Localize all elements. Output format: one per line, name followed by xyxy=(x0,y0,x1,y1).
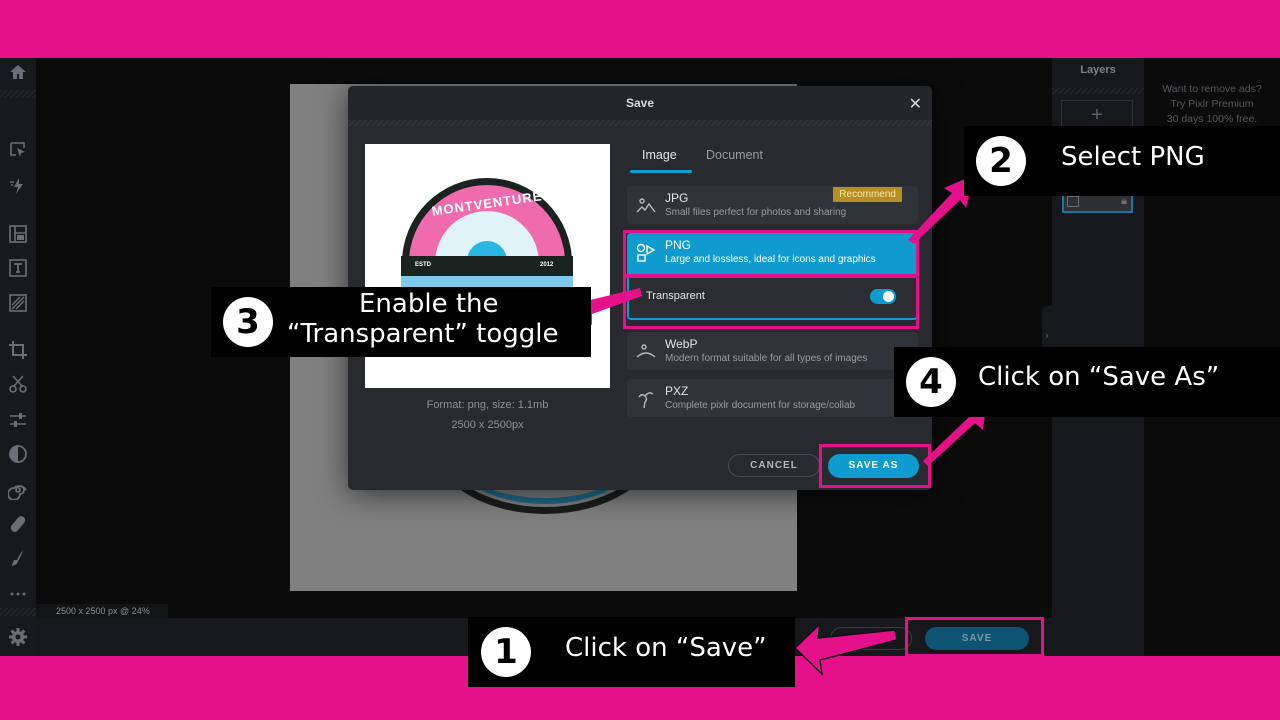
format-info: Format: png, size: 1.1mb xyxy=(426,399,549,411)
settings-icon[interactable] xyxy=(6,625,30,649)
ad-text: Want to remove ads? Try Pixlr Premium 30… xyxy=(1144,82,1280,127)
dialog-title: Save xyxy=(625,96,655,110)
toolbar-divider xyxy=(0,608,36,616)
cutout-icon[interactable] xyxy=(6,372,30,396)
step-number: 2 xyxy=(976,136,1026,186)
liquify-icon[interactable] xyxy=(6,478,30,502)
callout-text-line-2: “Transparent” toggle xyxy=(287,319,559,349)
text-icon[interactable] xyxy=(6,256,30,280)
option-description: Small files perfect for photos and shari… xyxy=(665,207,847,218)
brush-icon[interactable] xyxy=(6,546,30,570)
more-icon[interactable] xyxy=(6,582,30,606)
toolbar-divider xyxy=(0,90,36,98)
step-number: 1 xyxy=(481,627,531,677)
logo-right-tag: 2012 xyxy=(540,262,554,268)
highlight-png xyxy=(623,230,919,278)
texture-icon[interactable] xyxy=(6,291,30,315)
callout-step-1: 1 Click on “Save” xyxy=(468,617,795,687)
ad-line: Want to remove ads? xyxy=(1162,83,1262,95)
highlight-save xyxy=(905,617,1044,657)
image-landscape-icon xyxy=(636,196,656,216)
highlight-transparent xyxy=(623,274,919,329)
tutorial-frame: 2500 x 2500 px @ 24% CLOSE SAVE Layers +… xyxy=(0,0,1280,720)
webp-icon xyxy=(636,342,656,362)
ad-line: 30 days 100% free. xyxy=(1166,113,1258,125)
image-icon xyxy=(1067,196,1079,207)
chevron-right-icon: › xyxy=(1045,330,1049,342)
settings-slot xyxy=(0,618,36,656)
dimensions-info: 2500 x 2500px xyxy=(451,419,524,431)
pxz-icon xyxy=(636,389,656,409)
cancel-button[interactable]: CANCEL xyxy=(728,454,820,477)
heal-icon[interactable] xyxy=(6,512,30,536)
adjust-icon[interactable] xyxy=(6,408,30,432)
dialog-divider xyxy=(348,120,932,126)
filter-icon[interactable] xyxy=(6,442,30,466)
home-icon[interactable] xyxy=(6,60,30,84)
active-tab-indicator xyxy=(630,170,692,173)
highlight-save-as xyxy=(819,444,931,488)
option-name: JPG xyxy=(665,191,689,205)
quick-action-icon[interactable] xyxy=(6,174,30,198)
option-jpg[interactable]: JPG Small files perfect for photos and s… xyxy=(627,186,918,224)
zoom-status: 2500 x 2500 px @ 24% xyxy=(36,604,168,618)
arrange-icon[interactable] xyxy=(6,138,30,162)
layers-title: Layers xyxy=(1080,64,1116,76)
callout-text: Select PNG xyxy=(1061,142,1205,172)
callout-text: Click on “Save” xyxy=(565,633,767,663)
layout-icon[interactable] xyxy=(6,222,30,246)
callout-step-4: 4 Click on “Save As” xyxy=(894,347,1280,417)
ad-line: Try Pixlr Premium xyxy=(1170,98,1254,110)
layers-divider xyxy=(1052,88,1144,94)
option-description: Modern format suitable for all types of … xyxy=(665,353,868,364)
logo-left-tag: ESTD xyxy=(415,262,432,268)
tab-image[interactable]: Image xyxy=(642,148,677,162)
step-number: 4 xyxy=(906,357,956,407)
option-name: WebP xyxy=(665,337,698,351)
recommend-badge: Recommend xyxy=(833,187,902,202)
crop-icon[interactable] xyxy=(6,338,30,362)
option-pxz[interactable]: PXZ Complete pixlr document for storage/… xyxy=(627,379,918,417)
close-button[interactable]: CLOSE xyxy=(830,627,912,650)
option-description: Complete pixlr document for storage/coll… xyxy=(665,400,856,411)
callout-step-3: 3 Enable the “Transparent” toggle xyxy=(211,287,591,357)
tab-document[interactable]: Document xyxy=(706,148,763,162)
callout-text: Click on “Save As” xyxy=(978,362,1220,392)
close-icon[interactable]: ✕ xyxy=(909,94,922,114)
callout-text-line-1: Enable the xyxy=(359,289,499,319)
step-number: 3 xyxy=(223,297,273,347)
option-webp[interactable]: WebP Modern format suitable for all type… xyxy=(627,332,918,370)
lock-icon[interactable]: 🔒︎ xyxy=(1121,195,1127,208)
option-name: PXZ xyxy=(665,384,689,398)
dialog-header: Save ✕ xyxy=(348,86,932,120)
callout-step-2: 2 Select PNG xyxy=(964,126,1280,196)
left-toolbar xyxy=(0,58,36,656)
